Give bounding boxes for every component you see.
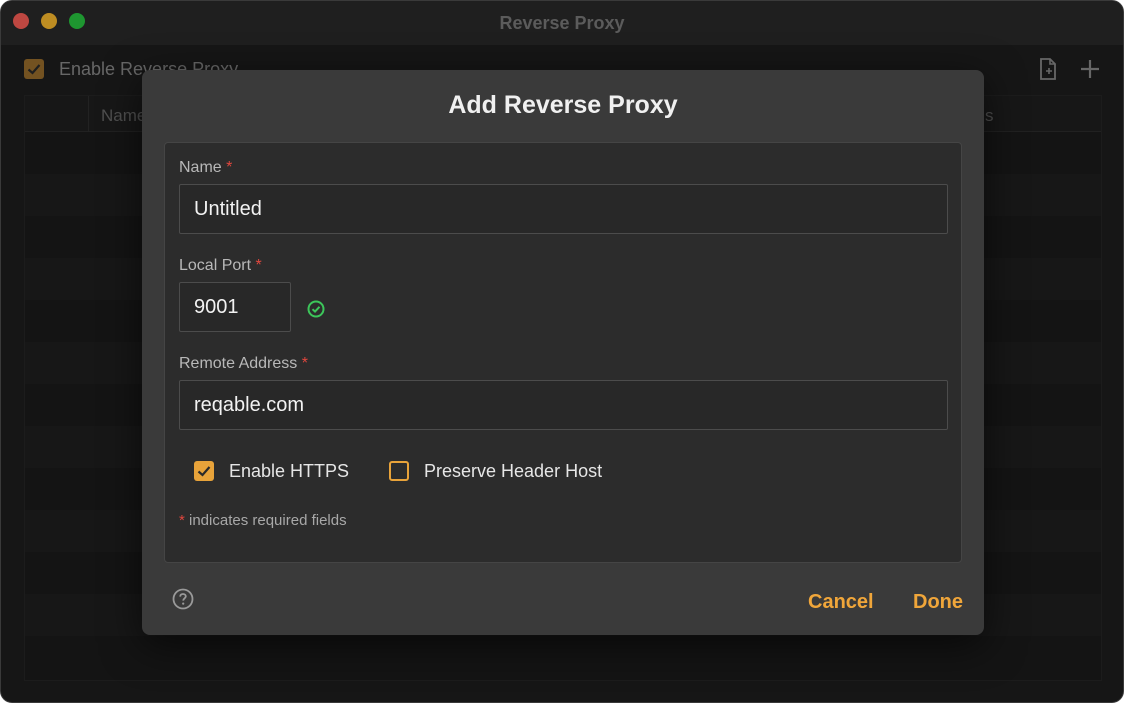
local-port-input[interactable]: 9001 — [179, 282, 291, 332]
remote-address-input[interactable]: reqable.com — [179, 380, 948, 430]
remote-address-label: Remote Address * — [179, 355, 308, 373]
form-panel: Name * Untitled Local Port * 9001 Remote… — [164, 142, 962, 563]
local-port-label-text: Local Port — [179, 257, 252, 274]
enable-https-label[interactable]: Enable HTTPS — [229, 461, 349, 482]
app-window: Reverse Proxy Enable Reverse Proxy Name … — [0, 0, 1124, 703]
dialog-title: Add Reverse Proxy — [448, 91, 678, 119]
done-button[interactable]: Done — [913, 591, 963, 614]
required-mark: * — [226, 159, 233, 176]
port-valid-check-icon — [306, 299, 326, 324]
remote-address-label-text: Remote Address — [179, 355, 298, 372]
enable-https-checkbox[interactable] — [194, 461, 214, 481]
add-reverse-proxy-dialog: Add Reverse Proxy Name * Untitled Local … — [142, 70, 984, 635]
required-hint-text: indicates required fields — [184, 512, 347, 529]
help-icon[interactable] — [172, 588, 194, 615]
required-mark: * — [255, 257, 262, 274]
required-mark: * — [301, 355, 308, 372]
preserve-header-host-label[interactable]: Preserve Header Host — [424, 461, 602, 482]
local-port-label: Local Port * — [179, 257, 262, 275]
required-hint: * indicates required fields — [179, 512, 347, 529]
preserve-header-host-checkbox[interactable] — [389, 461, 409, 481]
cancel-button[interactable]: Cancel — [808, 591, 874, 614]
name-label: Name * — [179, 159, 232, 177]
name-label-text: Name — [179, 159, 222, 176]
name-input[interactable]: Untitled — [179, 184, 948, 234]
